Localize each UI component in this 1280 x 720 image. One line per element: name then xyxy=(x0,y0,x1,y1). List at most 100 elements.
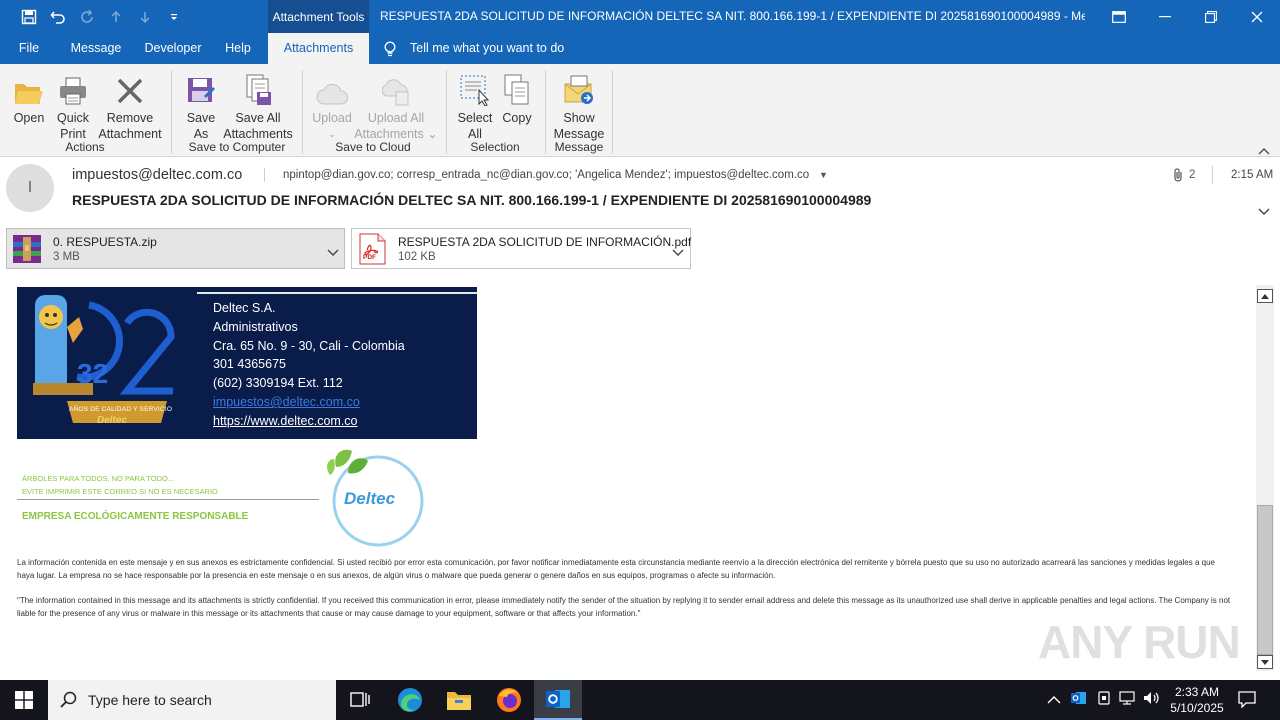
show-message-icon xyxy=(564,75,593,104)
recipients-list[interactable]: npintop@dian.gov.co; corresp_entrada_nc@… xyxy=(283,169,809,181)
task-view-icon[interactable] xyxy=(336,680,384,720)
arrow-down-icon[interactable] xyxy=(134,6,156,28)
network-icon[interactable] xyxy=(1119,690,1137,709)
firefox-icon[interactable] xyxy=(485,680,533,720)
lightbulb-icon xyxy=(383,41,397,62)
outlook-taskbar-icon[interactable] xyxy=(534,680,582,720)
logo-caption: AÑOS DE CALIDAD Y SERVICIO xyxy=(69,406,173,413)
attachment-zip[interactable]: 0. RESPUESTA.zip 3 MB xyxy=(6,228,345,269)
taskbar-search-box[interactable]: Type here to search xyxy=(48,680,336,720)
customize-qat-icon[interactable] xyxy=(163,6,185,28)
scroll-thumb[interactable] xyxy=(1257,505,1273,655)
select-all-icon xyxy=(460,75,490,106)
close-icon[interactable] xyxy=(1234,0,1280,33)
clock[interactable]: 2:33 AM 5/10/2025 xyxy=(1164,684,1230,716)
avatar[interactable]: I xyxy=(6,164,54,212)
tab-help[interactable]: Help xyxy=(214,33,262,64)
attachment-name: RESPUESTA 2DA SOLICITUD DE INFORMACIÓN.p… xyxy=(398,235,692,249)
message-time: 2:15 AM xyxy=(1231,169,1274,181)
group-separator xyxy=(446,70,447,154)
eco-line-1: ÁRBOLES PARA TODOS, NO PARA TODO... xyxy=(22,474,175,483)
clock-date: 5/10/2025 xyxy=(1170,701,1224,715)
message-subject: RESPUESTA 2DA SOLICITUD DE INFORMACIÓN D… xyxy=(72,192,872,208)
save-all-attachments-button[interactable]: Save All Attachments xyxy=(222,70,294,142)
chevron-down-icon[interactable] xyxy=(672,244,684,262)
signature-email-link[interactable]: impuestos@deltec.com.co xyxy=(213,393,405,412)
tray-overflow-chevron-icon[interactable] xyxy=(1047,692,1061,708)
signature-address: Cra. 65 No. 9 - 30, Cali - Colombia xyxy=(213,338,405,353)
recipients-expand-icon[interactable]: ▼ xyxy=(819,170,828,180)
arrow-up-icon[interactable] xyxy=(105,6,127,28)
pdf-badge: PDF xyxy=(363,254,376,261)
file-explorer-icon[interactable] xyxy=(435,680,483,720)
select-all-button[interactable]: Select All xyxy=(454,70,496,142)
group-label-save-to-cloud: Save to Cloud xyxy=(335,140,411,154)
group-label-save-to-computer: Save to Computer xyxy=(188,140,286,154)
notifications-icon[interactable] xyxy=(1238,690,1256,711)
printer-icon xyxy=(60,77,86,105)
group-label-message: Message xyxy=(554,140,604,154)
expand-header-icon[interactable] xyxy=(1258,203,1270,221)
context-tab-label: Attachment Tools xyxy=(268,0,369,33)
logo-number: 32 xyxy=(77,358,109,389)
group-separator xyxy=(171,70,172,154)
device-tray-icon[interactable] xyxy=(1096,690,1112,709)
volume-icon[interactable] xyxy=(1143,690,1161,709)
title-bar: Attachment Tools RESPUESTA 2DA SOLICITUD… xyxy=(0,0,1280,33)
tell-me-search[interactable]: Tell me what you want to do xyxy=(410,33,564,64)
taskbar: Type here to search 2:33 AM 5/10/2025 xyxy=(0,680,1280,720)
tab-message[interactable]: Message xyxy=(62,33,130,64)
ribbon-display-options-icon[interactable] xyxy=(1096,0,1142,33)
outlook-tray-icon[interactable] xyxy=(1071,690,1087,709)
tab-attachments[interactable]: Attachments xyxy=(268,33,369,64)
group-separator xyxy=(612,70,613,154)
tab-developer[interactable]: Developer xyxy=(138,33,208,64)
banner-rule xyxy=(197,292,477,294)
logo-brand: Deltec xyxy=(97,415,128,426)
attachment-pdf[interactable]: PDF RESPUESTA 2DA SOLICITUD DE INFORMACI… xyxy=(351,228,691,269)
quick-print-button[interactable]: Quick Print xyxy=(52,70,94,142)
ribbon-tabs: File Message Developer Help Attachments … xyxy=(0,33,1280,64)
edge-browser-icon[interactable] xyxy=(386,680,434,720)
anyrun-watermark: ANY RUN xyxy=(1038,616,1241,668)
signature-department: Administrativos xyxy=(213,319,298,334)
search-placeholder: Type here to search xyxy=(88,692,212,708)
scroll-up-arrow[interactable] xyxy=(1257,289,1273,303)
scroll-down-arrow[interactable] xyxy=(1257,655,1273,669)
disclaimer-spanish: La información contenida en este mensaje… xyxy=(17,558,1215,580)
copy-icon xyxy=(504,74,529,105)
undo-icon[interactable] xyxy=(47,6,69,28)
attachment-count: 2 xyxy=(1189,169,1196,181)
message-header: I impuestos@deltec.com.co npintop@dian.g… xyxy=(0,157,1280,227)
winrar-icon xyxy=(11,233,43,270)
attachment-size: 3 MB xyxy=(53,251,80,263)
cloud-upload-icon xyxy=(316,83,348,105)
clock-time: 2:33 AM xyxy=(1174,685,1220,699)
vertical-scrollbar[interactable] xyxy=(1256,285,1274,671)
save-as-icon xyxy=(188,78,215,102)
signature-text: Deltec S.A. Administrativos Cra. 65 No. … xyxy=(213,299,405,431)
restore-icon[interactable] xyxy=(1188,0,1234,33)
signature-web-link[interactable]: https://www.deltec.com.co xyxy=(213,412,405,431)
open-button[interactable]: Open xyxy=(8,70,50,126)
remove-attachment-button[interactable]: Remove Attachment xyxy=(96,70,164,142)
redo-icon[interactable] xyxy=(76,6,98,28)
copy-button[interactable]: Copy xyxy=(498,70,536,126)
sender-address[interactable]: impuestos@deltec.com.co xyxy=(72,167,242,183)
save-icon[interactable] xyxy=(18,6,40,28)
message-body: 32 AÑOS DE CALIDAD Y SERVICIO Deltec Del… xyxy=(0,285,1256,675)
windows-start-icon[interactable] xyxy=(0,680,48,720)
pdf-file-icon: PDF xyxy=(358,233,386,265)
upload-all-attachments-button[interactable]: Upload All Attachments ⌄ xyxy=(354,70,438,142)
remove-x-icon xyxy=(117,78,143,104)
attachment-name: 0. RESPUESTA.zip xyxy=(53,235,157,249)
tab-file[interactable]: File xyxy=(8,33,50,64)
save-as-button[interactable]: Save As xyxy=(180,70,222,142)
group-label-actions: Actions xyxy=(65,140,105,154)
group-separator xyxy=(545,70,546,154)
chevron-down-icon[interactable] xyxy=(327,244,339,262)
show-message-button[interactable]: Show Message xyxy=(553,70,605,142)
eco-line-2: EVITE IMPRIMIR ESTE CORREO SI NO ES NECE… xyxy=(22,487,218,496)
upload-button[interactable]: Upload ⌄ xyxy=(308,70,356,142)
minimize-icon[interactable] xyxy=(1142,0,1188,33)
